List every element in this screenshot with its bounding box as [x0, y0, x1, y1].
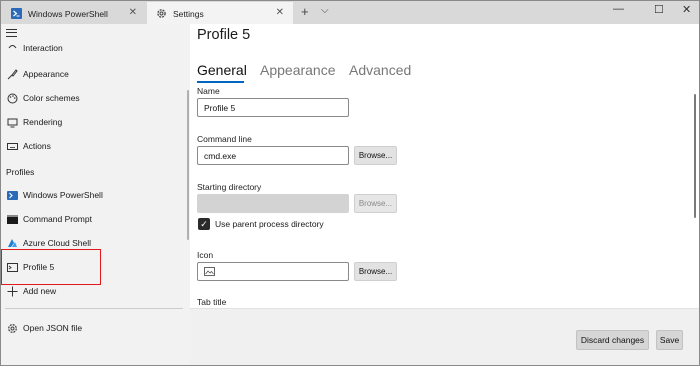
- powershell-icon: [6, 189, 18, 201]
- sidebar-item-label: Actions: [23, 141, 51, 151]
- tab-settings[interactable]: Settings ✕: [147, 2, 293, 25]
- sidebar-item-actions[interactable]: Actions: [1, 135, 189, 157]
- sidebar-item-windows-powershell[interactable]: Windows PowerShell: [1, 184, 189, 206]
- tab-label: Windows PowerShell: [28, 8, 108, 19]
- main-scrollbar[interactable]: [694, 94, 696, 218]
- use-parent-directory-label: Use parent process directory: [215, 219, 324, 229]
- icon-browse-button[interactable]: Browse...: [354, 262, 397, 281]
- sidebar-item-label: Command Prompt: [23, 214, 92, 224]
- close-tab-icon[interactable]: ✕: [129, 7, 137, 18]
- command-line-input[interactable]: cmd.exe: [197, 146, 349, 165]
- sidebar-item-label: Add new: [23, 286, 57, 296]
- sidebar: Interaction Appearance Color schemes Ren…: [0, 24, 190, 366]
- keyboard-icon: [6, 140, 18, 152]
- title-bar: Windows PowerShell ✕ Settings ✕ + ⌵ — ☐ …: [0, 0, 700, 25]
- tab-label: Settings: [173, 8, 204, 19]
- sidebar-item-label: Appearance: [23, 69, 69, 79]
- profiles-heading: Profiles: [6, 167, 35, 177]
- minimize-button[interactable]: —: [613, 3, 624, 15]
- sidebar-item-label: Interaction: [23, 43, 63, 53]
- sidebar-item-label: Color schemes: [23, 93, 80, 103]
- tab-appearance[interactable]: Appearance: [260, 62, 336, 78]
- sidebar-item-label: Windows PowerShell: [23, 190, 103, 200]
- settings-panel: Profile 5 General Appearance Advanced Na…: [190, 24, 700, 366]
- tab-windows-powershell[interactable]: Windows PowerShell ✕: [2, 2, 146, 25]
- tab-title-label: Tab title: [197, 297, 227, 307]
- footer-bar: Discard changes Save: [190, 308, 699, 365]
- close-tab-icon[interactable]: ✕: [276, 7, 284, 18]
- sidebar-item-color-schemes[interactable]: Color schemes: [1, 87, 189, 109]
- starting-directory-browse-button: Browse...: [354, 194, 397, 213]
- command-prompt-icon: [6, 213, 18, 225]
- tab-advanced[interactable]: Advanced: [349, 62, 411, 78]
- page-title: Profile 5: [197, 27, 251, 43]
- monitor-icon: [6, 116, 18, 128]
- palette-icon: [6, 92, 18, 104]
- sidebar-item-open-json[interactable]: Open JSON file: [1, 317, 189, 339]
- hamburger-menu-icon[interactable]: [6, 29, 17, 37]
- name-label: Name: [197, 86, 220, 96]
- starting-directory-input: [197, 194, 349, 213]
- sidebar-item-command-prompt[interactable]: Command Prompt: [1, 208, 189, 230]
- discard-changes-button[interactable]: Discard changes: [576, 330, 649, 350]
- starting-directory-label: Starting directory: [197, 182, 262, 192]
- new-tab-button[interactable]: +: [301, 4, 309, 19]
- interaction-icon: [6, 41, 18, 53]
- gear-icon: [155, 8, 167, 20]
- sidebar-item-interaction[interactable]: Interaction: [1, 39, 189, 53]
- highlight-box: [1, 249, 101, 285]
- use-parent-directory-checkbox[interactable]: ✓: [198, 218, 210, 230]
- command-line-label: Command line: [197, 134, 252, 144]
- command-line-browse-button[interactable]: Browse...: [354, 146, 397, 165]
- tab-general[interactable]: General: [197, 62, 247, 78]
- plus-icon: [6, 285, 18, 297]
- sidebar-item-label: Azure Cloud Shell: [23, 238, 92, 248]
- chevron-down-icon[interactable]: ⌵: [321, 5, 329, 16]
- tab-selection-indicator: [197, 81, 244, 83]
- image-icon: [204, 267, 215, 276]
- paint-brush-icon: [6, 68, 18, 80]
- close-window-button[interactable]: ✕: [682, 3, 691, 16]
- sidebar-item-label: Open JSON file: [23, 323, 83, 333]
- icon-label: Icon: [197, 250, 214, 260]
- save-button[interactable]: Save: [656, 330, 683, 350]
- maximize-button[interactable]: ☐: [654, 3, 664, 16]
- powershell-icon: [10, 8, 22, 20]
- sidebar-divider: [5, 308, 183, 309]
- sidebar-item-rendering[interactable]: Rendering: [1, 111, 189, 133]
- sidebar-scrollbar[interactable]: [187, 90, 189, 240]
- name-input[interactable]: Profile 5: [197, 98, 349, 117]
- gear-icon: [6, 322, 18, 334]
- azure-icon: [6, 237, 18, 249]
- sidebar-item-appearance[interactable]: Appearance: [1, 63, 189, 85]
- sidebar-item-label: Rendering: [23, 117, 63, 127]
- icon-input[interactable]: [197, 262, 349, 281]
